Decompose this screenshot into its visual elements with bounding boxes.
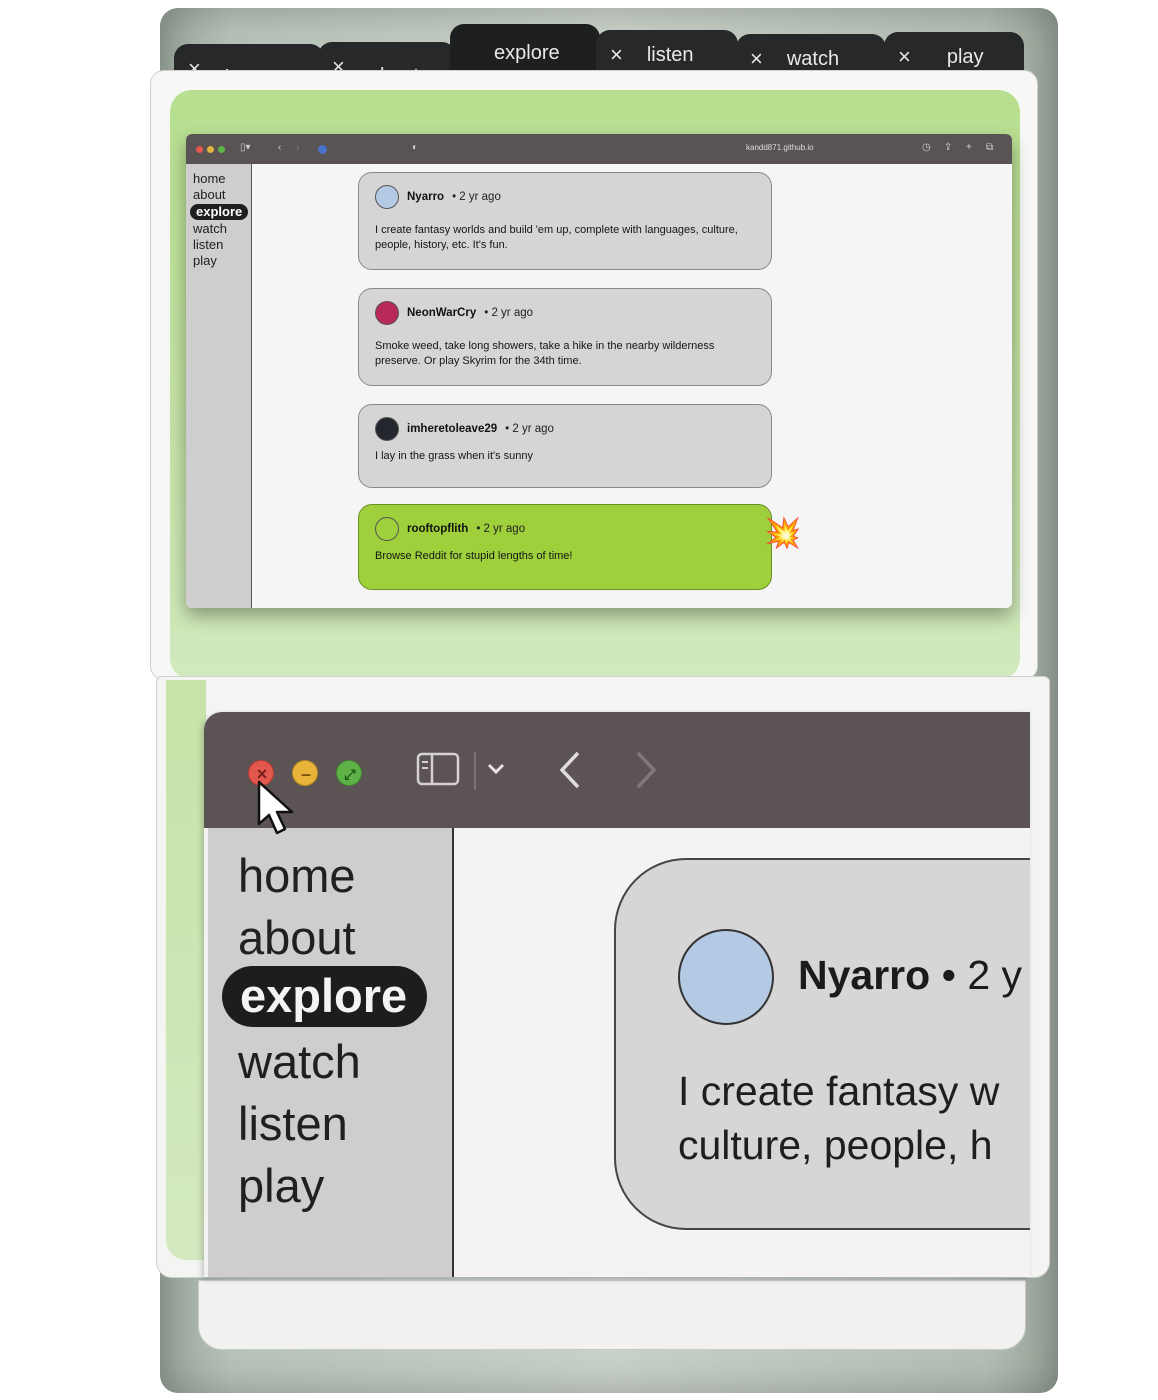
post-body: I create fantasy worlds and build 'em up… [375,224,738,251]
post-body: Smoke weed, take long showers, take a hi… [375,340,715,367]
post-time: • 2 yr ago [476,523,526,535]
tabs-overview-icon[interactable]: ⧉ [986,142,993,153]
post-body: I lay in the grass when it's sunny [375,450,534,462]
tab-label: listen [646,43,694,66]
post-username[interactable]: rooftopflith [407,523,468,535]
browser-toolbar: × – ⤢ [204,712,1030,828]
post-username[interactable]: NeonWarCry [407,307,476,319]
post-username[interactable]: Nyarro [407,191,444,203]
sidebar-toggle-icon[interactable]: ▯▾ [240,142,251,153]
toolbar-divider [474,752,476,790]
posts-area: Nyarro • 2 yr ago I create fantasy world… [252,164,1012,608]
nav-home[interactable]: home [238,852,356,899]
forward-icon[interactable]: › [296,142,299,153]
post-body: Browse Reddit for stupid lengths of time… [375,550,573,562]
nav-watch[interactable]: watch [238,1038,361,1085]
fullscreen-button[interactable]: ⤢ [336,760,362,786]
avatar [375,417,399,441]
close-icon[interactable]: × [898,44,911,70]
tab-label: play [946,45,984,68]
post-body-line: I create fantasy w [678,1068,1000,1114]
post-body: I create fantasy w culture, people, h [678,1064,999,1172]
forward-icon[interactable] [634,750,658,790]
nav-play[interactable]: play [238,1162,324,1209]
post-card-highlighted[interactable]: rooftopflith • 2 yr ago Browse Reddit fo… [358,504,772,590]
close-icon[interactable]: × [750,46,763,72]
avatar [375,517,399,541]
post-card-zoomed[interactable] [614,858,1030,1230]
bottom-paper-sheet [198,1280,1026,1350]
mouse-pointer-icon [257,780,294,835]
history-icon[interactable]: ◷ [922,142,931,153]
nav-about[interactable]: about [238,914,356,961]
close-dot-icon[interactable] [196,146,203,153]
fullscreen-dot-icon[interactable] [218,146,225,153]
back-icon[interactable] [558,750,582,790]
post-card[interactable]: NeonWarCry • 2 yr ago Smoke weed, take l… [358,288,772,386]
nav-explore[interactable]: explore [222,966,428,1027]
browser-window-small: ▯▾ ‹ › ◐ kandd871.github.io ◷ ⇪ + ⧉ home… [186,134,1012,608]
nav-listen[interactable]: listen [238,1100,348,1147]
post-time: • 2 yr ago [484,307,534,319]
new-tab-icon[interactable]: + [966,142,972,153]
tab-label: watch [786,47,840,70]
tab-label: explore [494,41,560,64]
minimize-dot-icon[interactable] [207,146,214,153]
browser-toolbar: ▯▾ ‹ › ◐ kandd871.github.io ◷ ⇪ + ⧉ [186,134,1012,164]
post-username[interactable]: Nyarro [798,952,930,998]
nav-watch[interactable]: watch [193,221,251,237]
close-icon[interactable]: × [610,42,623,68]
address-bar[interactable]: kandd871.github.io [746,143,814,152]
nav-about[interactable]: about [193,187,251,203]
post-header: Nyarro • 2 y [798,952,1022,999]
share-icon[interactable]: ⇪ [944,142,952,153]
nav-home[interactable]: home [193,171,251,187]
avatar [678,929,774,1025]
avatar [375,185,399,209]
sidebar-nav: home about explore watch listen play [208,828,454,1277]
shield-icon: ◐ [412,142,419,153]
nav-play[interactable]: play [193,253,251,269]
post-username[interactable]: imheretoleave29 [407,423,497,435]
nav-listen[interactable]: listen [193,237,251,253]
explosion-icon: 💥 [764,517,802,550]
chevron-down-icon[interactable] [486,762,506,776]
fullscreen-icon: ⤢ [344,766,356,782]
avatar [375,301,399,325]
nav-explore[interactable]: explore [190,204,249,220]
green-backdrop-strip [166,680,206,1260]
post-time: • 2 y [941,952,1023,998]
sidebar-nav: home about explore watch listen play [186,164,252,608]
post-card[interactable]: Nyarro • 2 yr ago I create fantasy world… [358,172,772,270]
post-card[interactable]: imheretoleave29 • 2 yr ago I lay in the … [358,404,772,488]
browser-window-zoomed: × – ⤢ home about explore watch listen pl… [204,712,1030,1277]
post-time: • 2 yr ago [505,423,554,435]
back-icon[interactable]: ‹ [278,142,281,153]
extension-icon[interactable] [318,145,327,154]
post-body-line: culture, people, h [678,1122,993,1168]
post-time: • 2 yr ago [452,191,501,203]
sidebar-toggle-icon[interactable] [416,752,460,786]
